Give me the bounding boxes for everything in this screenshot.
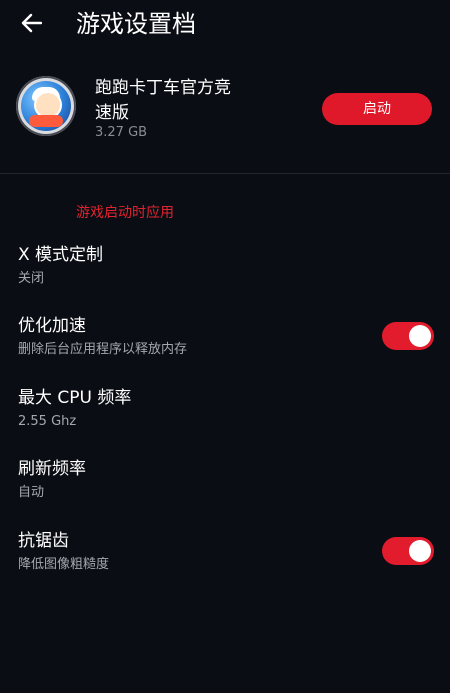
setting-title: 抗锯齿 <box>18 531 69 551</box>
setting-subtitle: 关闭 <box>18 271 45 286</box>
game-icon <box>16 76 76 136</box>
setting-title: 优化加速 <box>18 316 86 336</box>
optimize-boost-toggle[interactable] <box>382 322 434 350</box>
setting-subtitle: 自动 <box>18 485 45 500</box>
setting-title: 最大 CPU 频率 <box>18 388 132 408</box>
setting-antialiasing: 抗锯齿 降低图像粗糙度 <box>18 529 438 575</box>
divider <box>0 173 450 174</box>
toggle-knob <box>409 325 431 347</box>
app-size: 3.27 GB <box>95 125 148 140</box>
setting-refresh-rate[interactable]: 刷新频率 自动 <box>18 457 438 503</box>
setting-subtitle: 2.55 Ghz <box>18 414 77 429</box>
setting-title: X 模式定制 <box>18 245 104 265</box>
toggle-knob <box>409 540 431 562</box>
section-label: 游戏启动时应用 <box>76 205 174 221</box>
setting-max-cpu[interactable]: 最大 CPU 频率 2.55 Ghz <box>18 386 438 432</box>
page-title: 游戏设置档 <box>76 10 196 38</box>
app-name: 跑跑卡丁车官方竞速版 <box>95 78 231 123</box>
launch-button[interactable]: 启动 <box>322 93 432 125</box>
antialiasing-toggle[interactable] <box>382 537 434 565</box>
back-arrow-icon[interactable] <box>20 12 42 34</box>
setting-subtitle: 删除后台应用程序以释放内存 <box>18 342 188 357</box>
setting-subtitle: 降低图像粗糙度 <box>18 557 110 572</box>
top-bar: 游戏设置档 <box>0 0 450 52</box>
setting-optimize-boost: 优化加速 删除后台应用程序以释放内存 <box>18 314 438 360</box>
setting-title: 刷新频率 <box>18 459 86 479</box>
setting-x-mode[interactable]: X 模式定制 关闭 <box>18 243 438 289</box>
